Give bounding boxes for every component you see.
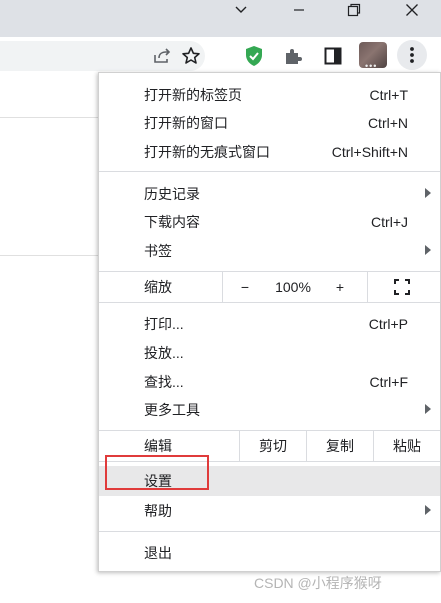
kebab-menu-icon[interactable] (397, 40, 427, 70)
menu-item-new-incognito[interactable]: 打开新的无痕式窗口 Ctrl+Shift+N (99, 137, 440, 166)
menu-item-shortcut: Ctrl+Shift+N (331, 143, 408, 160)
page-divider (0, 117, 98, 118)
menu-item-label: 帮助 (144, 502, 172, 519)
page-divider (0, 255, 98, 256)
chevron-down-icon[interactable] (218, 0, 264, 20)
menu-item-label: 退出 (144, 544, 172, 561)
menu-item-label: 打印... (144, 315, 184, 332)
minimize-icon[interactable] (276, 0, 322, 20)
paste-button[interactable]: 粘贴 (374, 431, 440, 461)
copy-button[interactable]: 复制 (307, 431, 373, 461)
menu-item-find[interactable]: 查找... Ctrl+F (99, 367, 440, 396)
zoom-in-button[interactable]: + (329, 272, 351, 302)
annotation-highlight-box (105, 455, 209, 490)
menu-separator (99, 171, 440, 172)
side-panel-icon[interactable] (320, 43, 346, 69)
share-icon[interactable] (149, 43, 175, 69)
menu-item-label: 历史记录 (144, 185, 200, 202)
menu-item-new-tab[interactable]: 打开新的标签页 Ctrl+T (99, 80, 440, 109)
close-icon[interactable] (389, 0, 435, 20)
puzzle-extensions-icon[interactable] (280, 43, 306, 69)
submenu-arrow-icon (425, 245, 431, 255)
address-bar[interactable] (0, 41, 205, 71)
submenu-arrow-icon (425, 404, 431, 414)
menu-item-downloads[interactable]: 下载内容 Ctrl+J (99, 207, 440, 236)
window-titlebar (0, 0, 441, 37)
avatar-dots: ••• (365, 61, 378, 71)
menu-item-label: 更多工具 (144, 401, 200, 418)
menu-item-print[interactable]: 打印... Ctrl+P (99, 309, 440, 338)
cut-button[interactable]: 剪切 (240, 431, 306, 461)
submenu-arrow-icon (425, 505, 431, 515)
menu-item-label: 下载内容 (144, 213, 200, 230)
zoom-label: 缩放 (144, 279, 172, 295)
menu-item-history[interactable]: 历史记录 (99, 179, 440, 208)
watermark: CSDN @小程序猴呀 (254, 575, 382, 591)
menu-item-shortcut: Ctrl+F (369, 373, 409, 390)
menu-item-cast[interactable]: 投放... (99, 338, 440, 367)
bookmark-star-icon[interactable] (178, 43, 204, 69)
menu-item-help[interactable]: 帮助 (99, 496, 440, 525)
menu-item-label: 打开新的标签页 (144, 86, 242, 103)
zoom-divider (367, 272, 368, 302)
menu-separator (99, 531, 440, 532)
menu-item-label: 打开新的窗口 (144, 114, 228, 131)
menu-item-label: 打开新的无痕式窗口 (144, 143, 270, 160)
submenu-arrow-icon (425, 188, 431, 198)
zoom-divider (222, 272, 223, 302)
menu-item-more-tools[interactable]: 更多工具 (99, 395, 440, 424)
menu-item-label: 书签 (144, 242, 172, 259)
menu-item-bookmarks[interactable]: 书签 (99, 236, 440, 265)
menu-item-label: 查找... (144, 373, 184, 390)
menu-item-new-window[interactable]: 打开新的窗口 Ctrl+N (99, 108, 440, 137)
menu-item-shortcut: Ctrl+J (371, 213, 408, 230)
chrome-main-menu: 打开新的标签页 Ctrl+T 打开新的窗口 Ctrl+N 打开新的无痕式窗口 C… (98, 72, 441, 572)
fullscreen-icon[interactable] (389, 272, 415, 302)
shield-extension-icon[interactable] (241, 43, 267, 69)
zoom-value: 100% (275, 279, 311, 295)
menu-item-label: 投放... (144, 344, 184, 361)
menu-item-shortcut: Ctrl+P (368, 315, 408, 332)
menu-item-shortcut: Ctrl+N (367, 114, 408, 131)
zoom-row: 缩放 − 100% + (99, 272, 440, 302)
menu-separator (99, 302, 440, 303)
menu-item-exit[interactable]: 退出 (99, 538, 440, 567)
zoom-out-button[interactable]: − (234, 272, 256, 302)
menu-item-shortcut: Ctrl+T (369, 86, 409, 103)
restore-icon[interactable] (331, 0, 377, 20)
